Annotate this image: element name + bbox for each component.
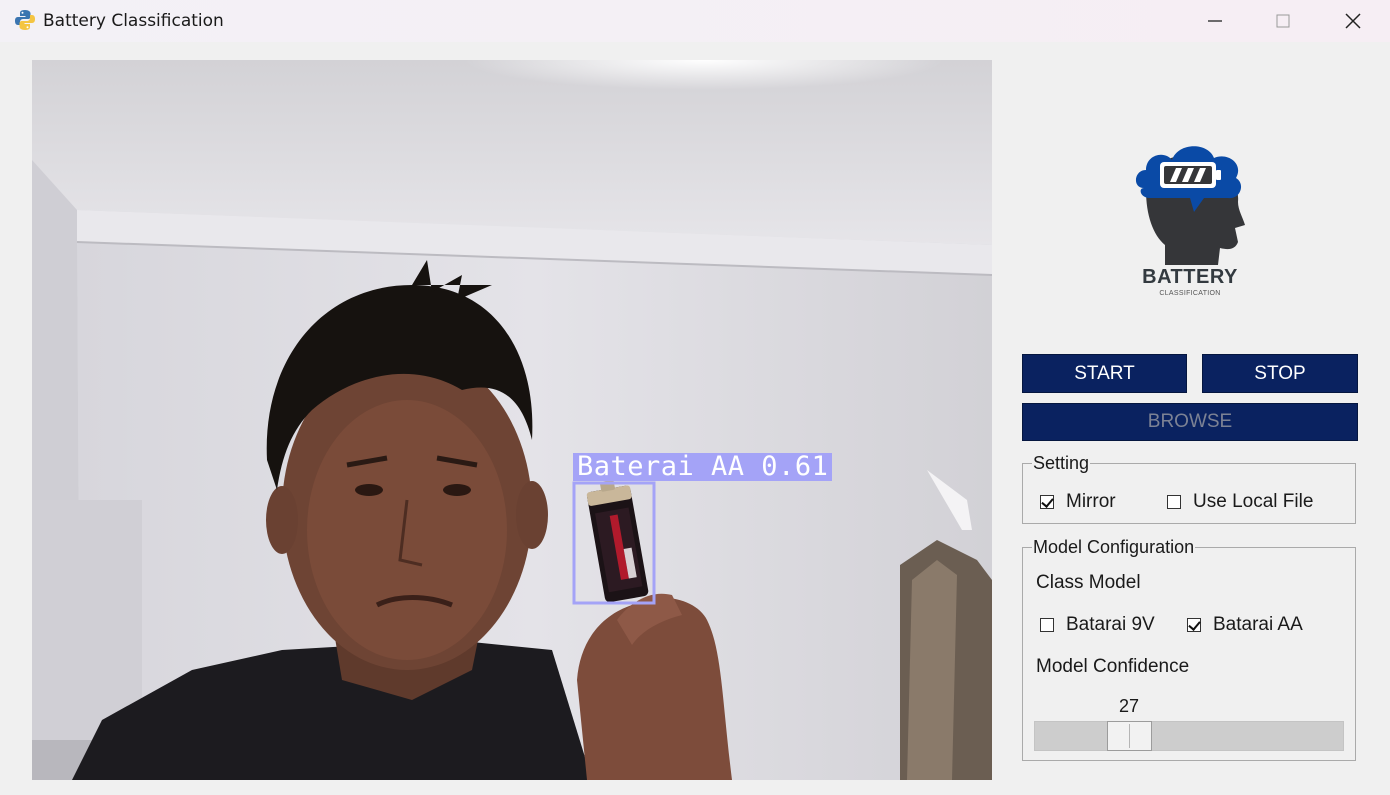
confidence-slider-track[interactable] xyxy=(1034,721,1344,751)
model-configuration-legend: Model Configuration xyxy=(1032,537,1196,557)
class-aa-checkbox-row[interactable]: Batarai AA xyxy=(1187,614,1303,636)
setting-legend: Setting xyxy=(1032,453,1091,473)
close-icon xyxy=(1345,13,1361,29)
class-model-label: Class Model xyxy=(1036,572,1141,593)
minimize-icon xyxy=(1208,20,1222,22)
confidence-value: 27 xyxy=(1118,696,1140,716)
confidence-slider-thumb[interactable] xyxy=(1107,721,1152,751)
python-icon xyxy=(15,10,35,30)
class-9v-checkbox[interactable] xyxy=(1040,618,1054,632)
logo-title: BATTERY xyxy=(1142,266,1238,288)
logo-subtitle: CLASSIFICATION xyxy=(1159,290,1221,297)
window-title: Battery Classification xyxy=(43,11,224,31)
camera-feed: Baterai AA 0.61 xyxy=(32,60,992,780)
model-confidence-label: Model Confidence xyxy=(1036,656,1190,677)
camera-frame xyxy=(32,60,992,780)
start-button[interactable]: START xyxy=(1022,354,1187,393)
maximize-icon xyxy=(1276,14,1290,28)
mirror-label: Mirror xyxy=(1066,491,1116,512)
detection-label: Baterai AA 0.61 xyxy=(573,453,833,481)
stop-button[interactable]: STOP xyxy=(1202,354,1358,393)
use-local-file-checkbox-row[interactable]: Use Local File xyxy=(1167,491,1313,513)
class-aa-label: Batarai AA xyxy=(1213,614,1303,635)
app-logo: BATTERY CLASSIFICATION xyxy=(1120,130,1260,305)
brain-battery-icon xyxy=(1135,146,1245,265)
browse-button[interactable]: BROWSE xyxy=(1022,403,1358,441)
class-9v-label: Batarai 9V xyxy=(1066,614,1155,635)
use-local-file-checkbox[interactable] xyxy=(1167,495,1181,509)
class-aa-checkbox[interactable] xyxy=(1187,618,1201,632)
maximize-button[interactable] xyxy=(1248,0,1318,42)
use-local-file-label: Use Local File xyxy=(1193,491,1314,512)
close-button[interactable] xyxy=(1318,0,1388,42)
title-bar: Battery Classification xyxy=(0,0,1390,42)
class-9v-checkbox-row[interactable]: Batarai 9V xyxy=(1040,614,1155,636)
setting-group: Setting Mirror Use Local File xyxy=(1022,453,1356,524)
mirror-checkbox[interactable] xyxy=(1040,495,1054,509)
mirror-checkbox-row[interactable]: Mirror xyxy=(1040,491,1116,513)
minimize-button[interactable] xyxy=(1180,0,1250,42)
